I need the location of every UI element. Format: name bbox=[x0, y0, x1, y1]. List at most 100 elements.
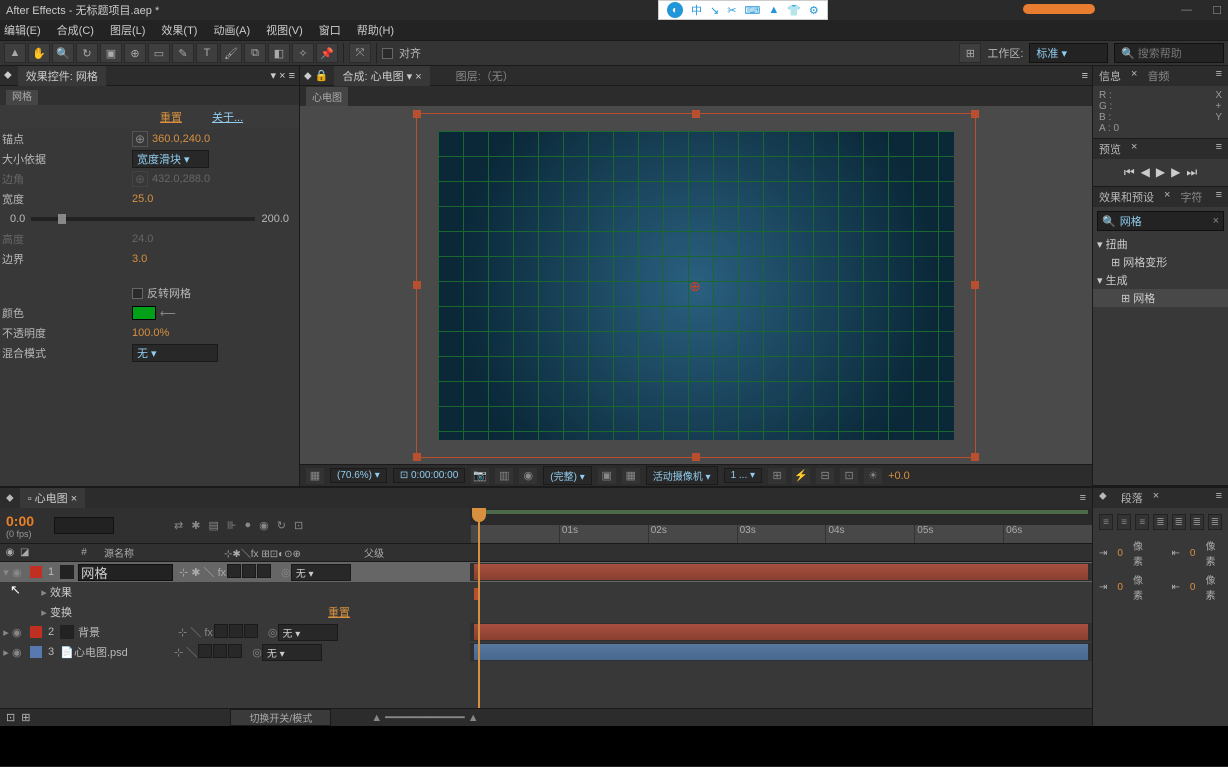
justify-last-center-button[interactable]: ≣ bbox=[1172, 514, 1186, 530]
audio-tab[interactable]: 音频 bbox=[1147, 68, 1169, 84]
effect-reset-link[interactable]: 重置 bbox=[160, 109, 182, 125]
scissors-icon[interactable]: ✂ bbox=[727, 4, 736, 17]
timeline-icon[interactable]: ⊟ bbox=[816, 468, 834, 484]
tl-tool-8[interactable]: ⊡ bbox=[294, 519, 303, 532]
tl-footer-icon2[interactable]: ⊞ bbox=[21, 711, 30, 724]
tree-generate[interactable]: ▾ 生成 bbox=[1093, 271, 1228, 289]
reset-exposure-icon[interactable]: ☀ bbox=[864, 468, 882, 484]
grid-icon[interactable]: ▦ bbox=[306, 468, 324, 484]
layer-bounds[interactable] bbox=[416, 113, 976, 458]
align-right-button[interactable]: ≡ bbox=[1135, 514, 1149, 530]
clone-tool[interactable]: ⧉ bbox=[244, 43, 266, 63]
keyboard-icon[interactable]: ⌨ bbox=[744, 4, 760, 17]
tl-tool-2[interactable]: ✱ bbox=[191, 519, 200, 532]
tl-tool-6[interactable]: ◉ bbox=[259, 519, 269, 532]
expand-icon[interactable]: ▾ bbox=[0, 566, 12, 579]
zoom-dropdown[interactable]: (70.6%) ▾ bbox=[330, 468, 387, 483]
pan-behind-tool[interactable]: ⊕ bbox=[124, 43, 146, 63]
tl-tool-4[interactable]: ⊪ bbox=[227, 519, 237, 532]
pixel-aspect-icon[interactable]: ⊞ bbox=[768, 468, 786, 484]
paragraph-tab[interactable]: 段落 bbox=[1121, 490, 1143, 506]
transform-reset[interactable]: 重置 bbox=[328, 604, 350, 620]
help-search-input[interactable]: 🔍 搜索帮助 bbox=[1114, 43, 1224, 63]
local-axis-icon[interactable]: ⤧ bbox=[349, 43, 371, 63]
menu-edit[interactable]: 编辑(E) bbox=[4, 22, 41, 38]
flowchart-icon[interactable]: ⊡ bbox=[840, 468, 858, 484]
ime-lang[interactable]: 中 bbox=[691, 2, 702, 18]
justify-last-left-button[interactable]: ≣ bbox=[1153, 514, 1167, 530]
layer-color-1[interactable] bbox=[30, 566, 42, 578]
lock-icon[interactable]: ⬥ 🔒 bbox=[304, 69, 328, 83]
timeline-tab[interactable]: ▫ 心电图 × bbox=[20, 488, 85, 508]
fast-preview-icon[interactable]: ⚡ bbox=[792, 468, 810, 484]
preset-search-input[interactable]: 🔍 网格× bbox=[1097, 211, 1224, 231]
tl-tool-7[interactable]: ↻ bbox=[277, 519, 286, 532]
selection-tool[interactable]: ▲ bbox=[4, 43, 26, 63]
justify-last-right-button[interactable]: ≣ bbox=[1190, 514, 1204, 530]
eyedropper-icon[interactable]: ⟵ bbox=[160, 307, 176, 320]
brush-tool[interactable]: 🖌 bbox=[220, 43, 242, 63]
layer-name-3[interactable]: 心电图.psd bbox=[74, 644, 174, 660]
ime-arrow[interactable]: ↘ bbox=[710, 4, 719, 17]
size-from-select[interactable]: 宽度滑块 ▾ bbox=[132, 150, 209, 168]
type-tool[interactable]: T bbox=[196, 43, 218, 63]
camera-tool[interactable]: ▣ bbox=[100, 43, 122, 63]
preview-tab[interactable]: 预览 bbox=[1099, 141, 1121, 157]
shirt-icon[interactable]: 👕 bbox=[787, 4, 801, 17]
align-center-button[interactable]: ≡ bbox=[1117, 514, 1131, 530]
anchor-value[interactable]: 360.0,240.0 bbox=[152, 133, 210, 145]
effects-presets-tab[interactable]: 效果和预设 bbox=[1099, 189, 1154, 205]
width-value[interactable]: 25.0 bbox=[132, 193, 153, 205]
hand-tool[interactable]: ✋ bbox=[28, 43, 50, 63]
col-parent[interactable]: 父级 bbox=[364, 545, 444, 560]
parent-select-2[interactable]: 无 ▾ bbox=[278, 624, 338, 641]
effect-about-link[interactable]: 关于... bbox=[212, 109, 243, 125]
ime-up-icon[interactable]: ▲ bbox=[768, 4, 779, 16]
camera-select[interactable]: 活动摄像机 ▾ bbox=[646, 466, 718, 485]
snapshot-icon[interactable]: 📷 bbox=[471, 468, 489, 484]
rotation-tool[interactable]: ↻ bbox=[76, 43, 98, 63]
current-time[interactable]: 0:00 bbox=[6, 513, 34, 529]
eraser-tool[interactable]: ◧ bbox=[268, 43, 290, 63]
width-slider[interactable] bbox=[31, 217, 255, 221]
tl-footer-icon1[interactable]: ⊡ bbox=[6, 711, 15, 724]
snap-checkbox[interactable] bbox=[382, 48, 393, 59]
toggle-switches-button[interactable]: 切换开关/模式 bbox=[230, 709, 331, 726]
layer-color-2[interactable] bbox=[30, 626, 42, 638]
shape-tool[interactable]: ▭ bbox=[148, 43, 170, 63]
opacity-value[interactable]: 100.0% bbox=[132, 327, 169, 339]
layer-row-3[interactable]: ▸◉ 3 📄 心电图.psd ⊹ ＼ ◎ 无 ▾ bbox=[0, 642, 1092, 662]
menu-composition[interactable]: 合成(C) bbox=[57, 22, 94, 38]
lock-icon[interactable]: ⬥ bbox=[4, 69, 12, 82]
tl-tool-1[interactable]: ⇄ bbox=[174, 519, 183, 532]
search-icon[interactable]: ⊞ bbox=[959, 43, 981, 63]
menu-animation[interactable]: 动画(A) bbox=[213, 22, 250, 38]
minimize-button[interactable]: — bbox=[1181, 4, 1192, 17]
layer-sub-transform[interactable]: ▸变换重置 bbox=[0, 602, 1092, 622]
time-ruler[interactable]: 01s 02s 03s 04s 05s 06s bbox=[470, 508, 1092, 543]
tl-tool-3[interactable]: ▤ bbox=[208, 519, 218, 532]
justify-all-button[interactable]: ≣ bbox=[1208, 514, 1222, 530]
ime-toolbar[interactable]: ◐ 中 ↘ ✂ ⌨ ▲ 👕 ⚙ bbox=[658, 0, 828, 20]
col-source-name[interactable]: 源名称 bbox=[104, 545, 224, 560]
roi-icon[interactable]: ▣ bbox=[598, 468, 616, 484]
puppet-tool[interactable]: 📌 bbox=[316, 43, 338, 63]
menu-view[interactable]: 视图(V) bbox=[266, 22, 303, 38]
layer-row-1[interactable]: ▾ ◉ 1 ⊹ ✱ ＼ fx ◎ 无 ▾ bbox=[0, 562, 1092, 582]
layer-color-3[interactable] bbox=[30, 646, 42, 658]
maximize-button[interactable]: ☐ bbox=[1212, 4, 1222, 17]
tree-grid[interactable]: ⊞ 网格 bbox=[1093, 289, 1228, 307]
tl-tool-5[interactable]: ● bbox=[244, 519, 251, 532]
play-button[interactable]: ▶ bbox=[1156, 165, 1165, 180]
exposure-value[interactable]: +0.0 bbox=[888, 470, 910, 482]
align-left-button[interactable]: ≡ bbox=[1099, 514, 1113, 530]
ime-user-icon[interactable]: ◐ bbox=[667, 2, 683, 18]
layer-name-input[interactable] bbox=[78, 564, 173, 581]
col-number[interactable]: # bbox=[74, 547, 94, 558]
blend-select[interactable]: 无 ▾ bbox=[132, 344, 218, 362]
menu-window[interactable]: 窗口 bbox=[319, 22, 341, 38]
comp-tab[interactable]: 合成: 心电图 ▾ × bbox=[334, 66, 429, 86]
menu-layer[interactable]: 图层(L) bbox=[110, 22, 145, 38]
gear-icon[interactable]: ⚙ bbox=[809, 4, 819, 17]
comp-subtab[interactable]: 心电图 bbox=[306, 87, 348, 106]
